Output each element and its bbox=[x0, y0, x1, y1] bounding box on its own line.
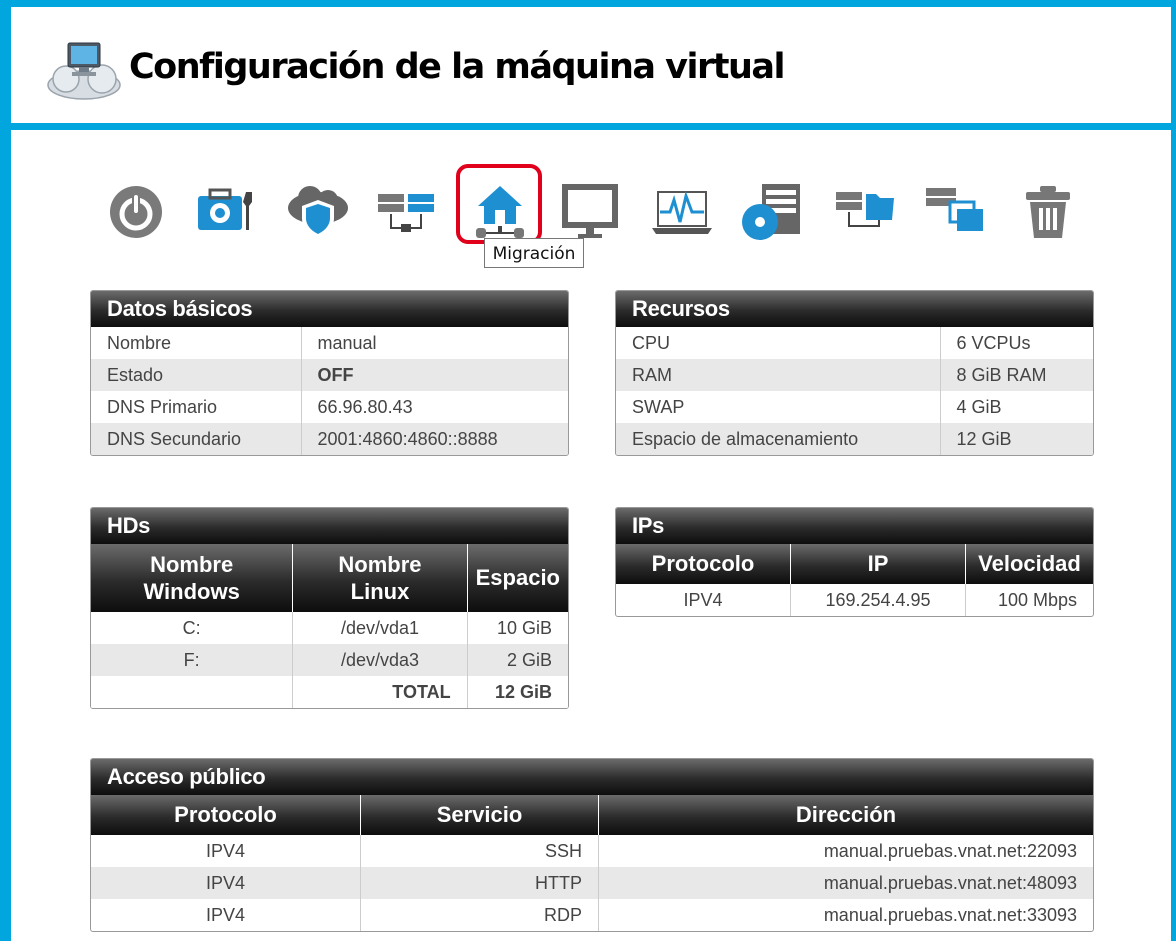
disk-space: 10 GiB bbox=[466, 612, 568, 644]
disk-space: 2 GiB bbox=[466, 644, 568, 676]
total-value: 12 GiB bbox=[466, 676, 568, 708]
basic-data-table: Nombre manual Estado OFF DNS Primario 66.96… bbox=[91, 327, 568, 455]
selected-action-highlight bbox=[456, 164, 542, 244]
monitor-icon[interactable] bbox=[558, 180, 622, 244]
col-service: Servicio bbox=[360, 795, 599, 835]
action-toolbar bbox=[0, 180, 1176, 250]
tooltip: Migración bbox=[484, 238, 584, 268]
access-protocol: IPV4 bbox=[205, 840, 246, 861]
total-label: TOTAL bbox=[292, 676, 468, 708]
public-access-title: Acceso público bbox=[91, 759, 1093, 795]
access-service: RDP bbox=[360, 899, 599, 931]
hds-table: Nombre Windows Nombre Linux Espacio C: /dev… bbox=[91, 544, 568, 708]
cloud-computer-icon bbox=[44, 39, 124, 101]
field-value: 6 VCPUs bbox=[956, 332, 1031, 353]
col-ip: IP bbox=[790, 544, 966, 584]
field-value: 66.96.80.43 bbox=[317, 396, 413, 417]
linux-name: /dev/vda3 bbox=[292, 644, 468, 676]
trash-icon[interactable] bbox=[1016, 180, 1080, 244]
field-label: DNS Primario bbox=[91, 391, 302, 423]
field-label: CPU bbox=[616, 327, 941, 359]
table-row: F:/dev/vda3 2 GiB bbox=[91, 644, 568, 676]
col-speed: Velocidad bbox=[965, 544, 1093, 584]
hds-panel: HDs Nombre Windows Nombre Linux Espacio C:… bbox=[90, 507, 569, 709]
monitoring-heartbeat-icon[interactable] bbox=[650, 180, 714, 244]
table-row: IPV4 HTTP manual.pruebas.vnat.net:48093 bbox=[91, 867, 1093, 899]
col-protocol: Protocolo bbox=[91, 795, 361, 835]
col-address: Dirección bbox=[598, 795, 1093, 835]
access-service: SSH bbox=[360, 835, 599, 867]
basic-data-panel: Datos básicos Nombre manual Estado OFF DNS… bbox=[90, 290, 569, 456]
public-access-panel: Acceso público Protocolo Servicio Direcc… bbox=[90, 758, 1094, 932]
table-row: CPU 6 VCPUs bbox=[616, 327, 1093, 359]
col-protocol: Protocolo bbox=[616, 544, 791, 584]
field-value: manual bbox=[317, 332, 377, 353]
table-row: IPV4 169.254.4.95 100 Mbps bbox=[616, 584, 1093, 616]
server-snapshots-icon[interactable] bbox=[922, 180, 986, 244]
table-row: DNS Secundario 2001:4860:4860::8888 bbox=[91, 423, 568, 455]
field-value: 12 GiB bbox=[940, 423, 1093, 455]
table-row: IPV4 RDP manual.pruebas.vnat.net:33093 bbox=[91, 899, 1093, 931]
col-space: Espacio bbox=[466, 544, 568, 612]
table-row: SWAP 4 GiB bbox=[616, 391, 1093, 423]
ip-speed: 100 Mbps bbox=[965, 584, 1093, 616]
field-label: Nombre bbox=[91, 327, 302, 359]
resources-table: CPU 6 VCPUs RAM 8 GiB RAM SWAP 4 GiB Espaci… bbox=[616, 327, 1093, 455]
field-value: 8 GiB RAM bbox=[940, 359, 1093, 391]
table-row: DNS Primario 66.96.80.43 bbox=[91, 391, 568, 423]
windows-name: F: bbox=[91, 644, 293, 676]
field-label: RAM bbox=[616, 359, 941, 391]
cloud-shield-icon[interactable] bbox=[286, 180, 350, 244]
page-title: Configuración de la máquina virtual bbox=[129, 47, 786, 87]
table-row: C: /dev/vda1 10 GiB bbox=[91, 612, 568, 644]
access-address: manual.pruebas.vnat.net:48093 bbox=[598, 867, 1093, 899]
field-label: Espacio de almacenamiento bbox=[616, 423, 941, 455]
network-servers-icon[interactable] bbox=[374, 180, 438, 244]
windows-name: C: bbox=[182, 617, 201, 638]
linux-name: /dev/vda1 bbox=[292, 612, 468, 644]
resources-panel: Recursos CPU 6 VCPUs RAM 8 GiB RAM SWAP 4 G… bbox=[615, 290, 1094, 456]
maintenance-toolbox-icon[interactable] bbox=[194, 180, 258, 244]
hds-title: HDs bbox=[91, 508, 568, 544]
ips-panel: IPs Protocolo IP Velocidad IPV4 169.254.4… bbox=[615, 507, 1094, 617]
ip-address: 169.254.4.95 bbox=[790, 584, 966, 616]
basic-data-title: Datos básicos bbox=[91, 291, 568, 327]
access-address: manual.pruebas.vnat.net:33093 bbox=[598, 899, 1093, 931]
page-header: Configuración de la máquina virtual bbox=[11, 7, 1171, 130]
resources-title: Recursos bbox=[616, 291, 1093, 327]
public-access-table: Protocolo Servicio Dirección IPV4 SSH manu… bbox=[91, 795, 1093, 931]
col-windows-name: Nombre Windows bbox=[91, 544, 293, 612]
total-row: TOTAL 12 GiB bbox=[91, 676, 568, 708]
access-protocol: IPV4 bbox=[91, 867, 361, 899]
access-address: manual.pruebas.vnat.net:22093 bbox=[598, 835, 1093, 867]
table-row: IPV4 SSH manual.pruebas.vnat.net:22093 bbox=[91, 835, 1093, 867]
access-service: HTTP bbox=[360, 867, 599, 899]
table-row: Espacio de almacenamiento 12 GiB bbox=[616, 423, 1093, 455]
access-protocol: IPV4 bbox=[205, 904, 246, 925]
disk-server-icon[interactable] bbox=[740, 180, 804, 244]
table-row: Estado OFF bbox=[91, 359, 568, 391]
ips-title: IPs bbox=[616, 508, 1093, 544]
table-row: Nombre manual bbox=[91, 327, 568, 359]
field-label: DNS Secundario bbox=[91, 423, 302, 455]
server-folder-icon[interactable] bbox=[832, 180, 896, 244]
field-label: Estado bbox=[91, 359, 302, 391]
ip-protocol: IPV4 bbox=[683, 589, 723, 610]
field-label: SWAP bbox=[616, 391, 941, 423]
ips-table: Protocolo IP Velocidad IPV4 169.254.4.95 1… bbox=[616, 544, 1093, 616]
col-linux-name: Nombre Linux bbox=[292, 544, 468, 612]
field-value: 2001:4860:4860::8888 bbox=[301, 423, 568, 455]
field-value: 4 GiB bbox=[956, 396, 1002, 417]
status-value: OFF bbox=[301, 359, 568, 391]
table-row: RAM 8 GiB RAM bbox=[616, 359, 1093, 391]
power-icon[interactable] bbox=[104, 180, 168, 244]
